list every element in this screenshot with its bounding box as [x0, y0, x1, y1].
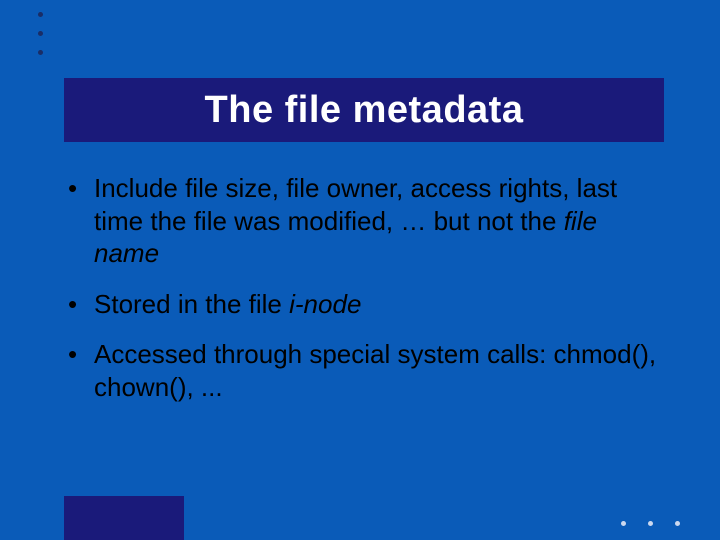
bullet-marker: •: [68, 338, 94, 403]
text-run: Accessed through special system calls: c…: [94, 339, 656, 402]
bullet-marker: •: [68, 172, 94, 270]
bullet-text: Stored in the file i-node: [94, 288, 668, 321]
bullet-marker: •: [68, 288, 94, 321]
decorative-block-bottom-left: [64, 496, 184, 540]
text-run: Include file size, file owner, access ri…: [94, 173, 617, 236]
dot: [38, 31, 43, 36]
dot: [648, 521, 653, 526]
decorative-dots-top-left: [38, 12, 43, 55]
text-emphasis: i-node: [289, 289, 361, 319]
list-item: • Accessed through special system calls:…: [68, 338, 668, 403]
dot: [621, 521, 626, 526]
list-item: • Stored in the file i-node: [68, 288, 668, 321]
list-item: • Include file size, file owner, access …: [68, 172, 668, 270]
dot: [38, 50, 43, 55]
slide-title: The file metadata: [205, 89, 524, 132]
dot: [675, 521, 680, 526]
bullet-text: Accessed through special system calls: c…: [94, 338, 668, 403]
title-bar: The file metadata: [64, 78, 664, 142]
decorative-dots-bottom-right: [621, 521, 680, 526]
slide-content: • Include file size, file owner, access …: [68, 172, 668, 421]
dot: [38, 12, 43, 17]
text-run: Stored in the file: [94, 289, 289, 319]
bullet-text: Include file size, file owner, access ri…: [94, 172, 668, 270]
